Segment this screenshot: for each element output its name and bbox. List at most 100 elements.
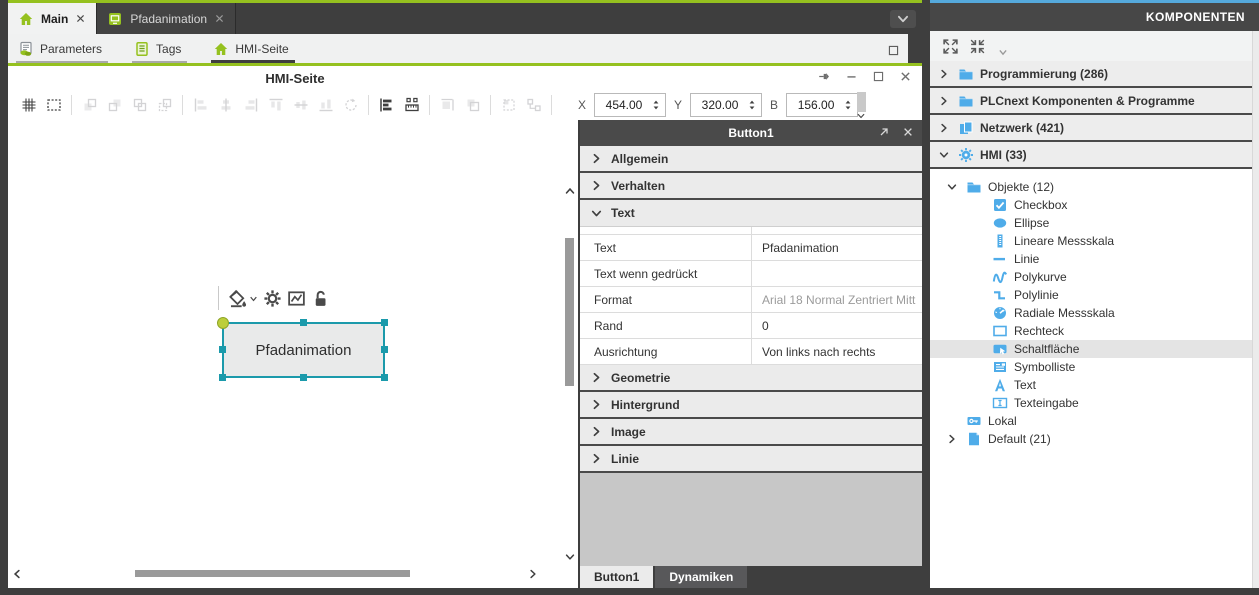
resize-handle-n[interactable] [300, 319, 307, 326]
resize-handle-s[interactable] [300, 374, 307, 381]
tree-item-netzwerk-421[interactable]: Netzwerk (421) [930, 115, 1259, 142]
selection-frame-icon[interactable] [41, 93, 66, 117]
section-linie[interactable]: Linie [580, 446, 922, 473]
property-row-rand[interactable]: Rand0 [580, 313, 922, 339]
distribute-horizontal-icon[interactable] [374, 93, 399, 117]
property-value[interactable]: Arial 18 Normal Zentriert Mitt [751, 287, 922, 312]
snap-to-grid-icon[interactable] [399, 93, 424, 117]
spinner-icon[interactable] [746, 98, 758, 112]
popout-icon[interactable] [878, 126, 890, 138]
horizontal-scroll-thumb[interactable] [135, 570, 410, 577]
chevron-right-icon[interactable] [944, 431, 960, 447]
chevron-right-icon[interactable] [936, 93, 952, 109]
tree-item-checkbox[interactable]: Checkbox [930, 196, 1259, 214]
chevron-right-icon[interactable] [936, 66, 952, 82]
resize-handle-ne[interactable] [381, 319, 388, 326]
grid-icon[interactable] [16, 93, 41, 117]
canvas-vertical-scrollbar[interactable] [563, 178, 577, 574]
section-geometrie[interactable]: Geometrie [580, 365, 922, 392]
property-value[interactable] [751, 261, 922, 286]
chevron-down-icon[interactable] [944, 179, 960, 195]
spinner-icon[interactable] [650, 98, 662, 112]
property-row-format[interactable]: FormatArial 18 Normal Zentriert Mitt [580, 287, 922, 313]
section-image[interactable]: Image [580, 419, 922, 446]
property-row-text-wenn-gedr-ckt[interactable]: Text wenn gedrückt [580, 261, 922, 287]
pin-icon[interactable] [818, 70, 831, 83]
tree-item-rechteck[interactable]: Rechteck [930, 322, 1259, 340]
scroll-left-icon[interactable] [12, 568, 22, 580]
properties-tab-dynamiken[interactable]: Dynamiken [655, 566, 747, 588]
tree-item-lokal[interactable]: Lokal [930, 412, 1259, 430]
chevron-down-icon[interactable] [998, 47, 1008, 57]
collapse-all-icon[interactable] [969, 38, 986, 55]
tree-item-linie[interactable]: Linie [930, 250, 1259, 268]
doc-tab-pfadanimation[interactable]: Pfadanimation [97, 3, 236, 34]
scroll-right-icon[interactable] [528, 568, 538, 580]
property-value[interactable]: Pfadanimation [751, 235, 922, 260]
maximize-editor-button[interactable] [887, 44, 900, 57]
resize-handle-w[interactable] [219, 346, 226, 353]
scroll-up-icon[interactable] [564, 186, 576, 196]
tree-item-lineare-messskala[interactable]: Lineare Messskala [930, 232, 1259, 250]
resize-handle-e[interactable] [381, 346, 388, 353]
tree-item-objekte-12[interactable]: Objekte (12) [930, 178, 1259, 196]
tree-item-texteingabe[interactable]: Texteingabe [930, 394, 1259, 412]
resize-handle-sw[interactable] [219, 374, 226, 381]
tree-item-polylinie[interactable]: Polylinie [930, 286, 1259, 304]
property-value[interactable]: 0 [751, 313, 922, 338]
tab-tags[interactable]: Tags [132, 39, 187, 63]
vertical-scroll-thumb[interactable] [565, 238, 574, 386]
radial-scale-icon [992, 305, 1008, 321]
resize-handle-se[interactable] [381, 374, 388, 381]
canvas-button-pfadanimation[interactable]: Pfadanimation [222, 322, 385, 378]
panel-splitter[interactable] [922, 0, 930, 588]
fill-color-icon[interactable] [228, 289, 258, 308]
section-verhalten[interactable]: Verhalten [580, 173, 922, 200]
dynamics-chart-icon[interactable] [287, 289, 306, 308]
chevron-spacer [970, 251, 986, 267]
tab-parameters[interactable]: Parameters [16, 39, 108, 63]
tree-item-schaltfl-che[interactable]: Schaltfläche [930, 340, 1259, 358]
expand-all-icon[interactable] [942, 38, 959, 55]
maximize-icon[interactable] [872, 70, 885, 83]
gear-icon[interactable] [263, 289, 282, 308]
tree-item-symbolliste[interactable]: Symbolliste [930, 358, 1259, 376]
scroll-down-icon[interactable] [564, 552, 576, 562]
close-icon[interactable] [214, 13, 225, 24]
tab-hmi-seite[interactable]: HMI-Seite [211, 39, 294, 63]
minimize-icon[interactable] [845, 70, 858, 83]
tree-item-programmierung-286[interactable]: Programmierung (286) [930, 61, 1259, 88]
unlock-icon[interactable] [311, 289, 330, 308]
property-row-ausrichtung[interactable]: AusrichtungVon links nach rechts [580, 339, 922, 365]
b-input[interactable]: 156.00 [786, 93, 858, 117]
close-icon[interactable] [75, 13, 86, 24]
property-row-text[interactable]: TextPfadanimation [580, 235, 922, 261]
section-text[interactable]: Text [580, 200, 922, 227]
chevron-down-icon[interactable] [856, 112, 866, 120]
properties-tab-button1[interactable]: Button1 [580, 566, 653, 588]
rotation-handle[interactable] [217, 317, 229, 329]
property-value[interactable]: Von links nach rechts [751, 339, 922, 364]
tree-item-polykurve[interactable]: Polykurve [930, 268, 1259, 286]
tree-item-radiale-messskala[interactable]: Radiale Messskala [930, 304, 1259, 322]
tree-item-ellipse[interactable]: Ellipse [930, 214, 1259, 232]
chevron-right-icon[interactable] [936, 120, 952, 136]
tab-list-button[interactable] [890, 10, 916, 28]
doc-tab-main[interactable]: Main [8, 3, 97, 34]
tree-item-default-21[interactable]: Default (21) [930, 430, 1259, 448]
canvas-horizontal-scrollbar[interactable] [8, 568, 562, 580]
close-icon[interactable] [902, 126, 914, 138]
chevron-down-icon[interactable] [936, 147, 952, 163]
components-scrollbar[interactable] [1252, 31, 1259, 588]
spinner-icon[interactable] [842, 98, 854, 112]
tree-item-plcnext-komponenten-programme[interactable]: PLCnext Komponenten & Programme [930, 88, 1259, 115]
tree-item-hmi-33[interactable]: HMI (33) [930, 142, 1259, 169]
y-input[interactable]: 320.00 [690, 93, 762, 117]
close-icon[interactable] [899, 70, 912, 83]
section-allgemein[interactable]: Allgemein [580, 146, 922, 173]
overflow-thumb[interactable] [857, 92, 866, 112]
tree-item-text[interactable]: Text [930, 376, 1259, 394]
x-input[interactable]: 454.00 [594, 93, 666, 117]
toolbar-overflow-scroll[interactable] [854, 92, 868, 120]
section-hintergrund[interactable]: Hintergrund [580, 392, 922, 419]
